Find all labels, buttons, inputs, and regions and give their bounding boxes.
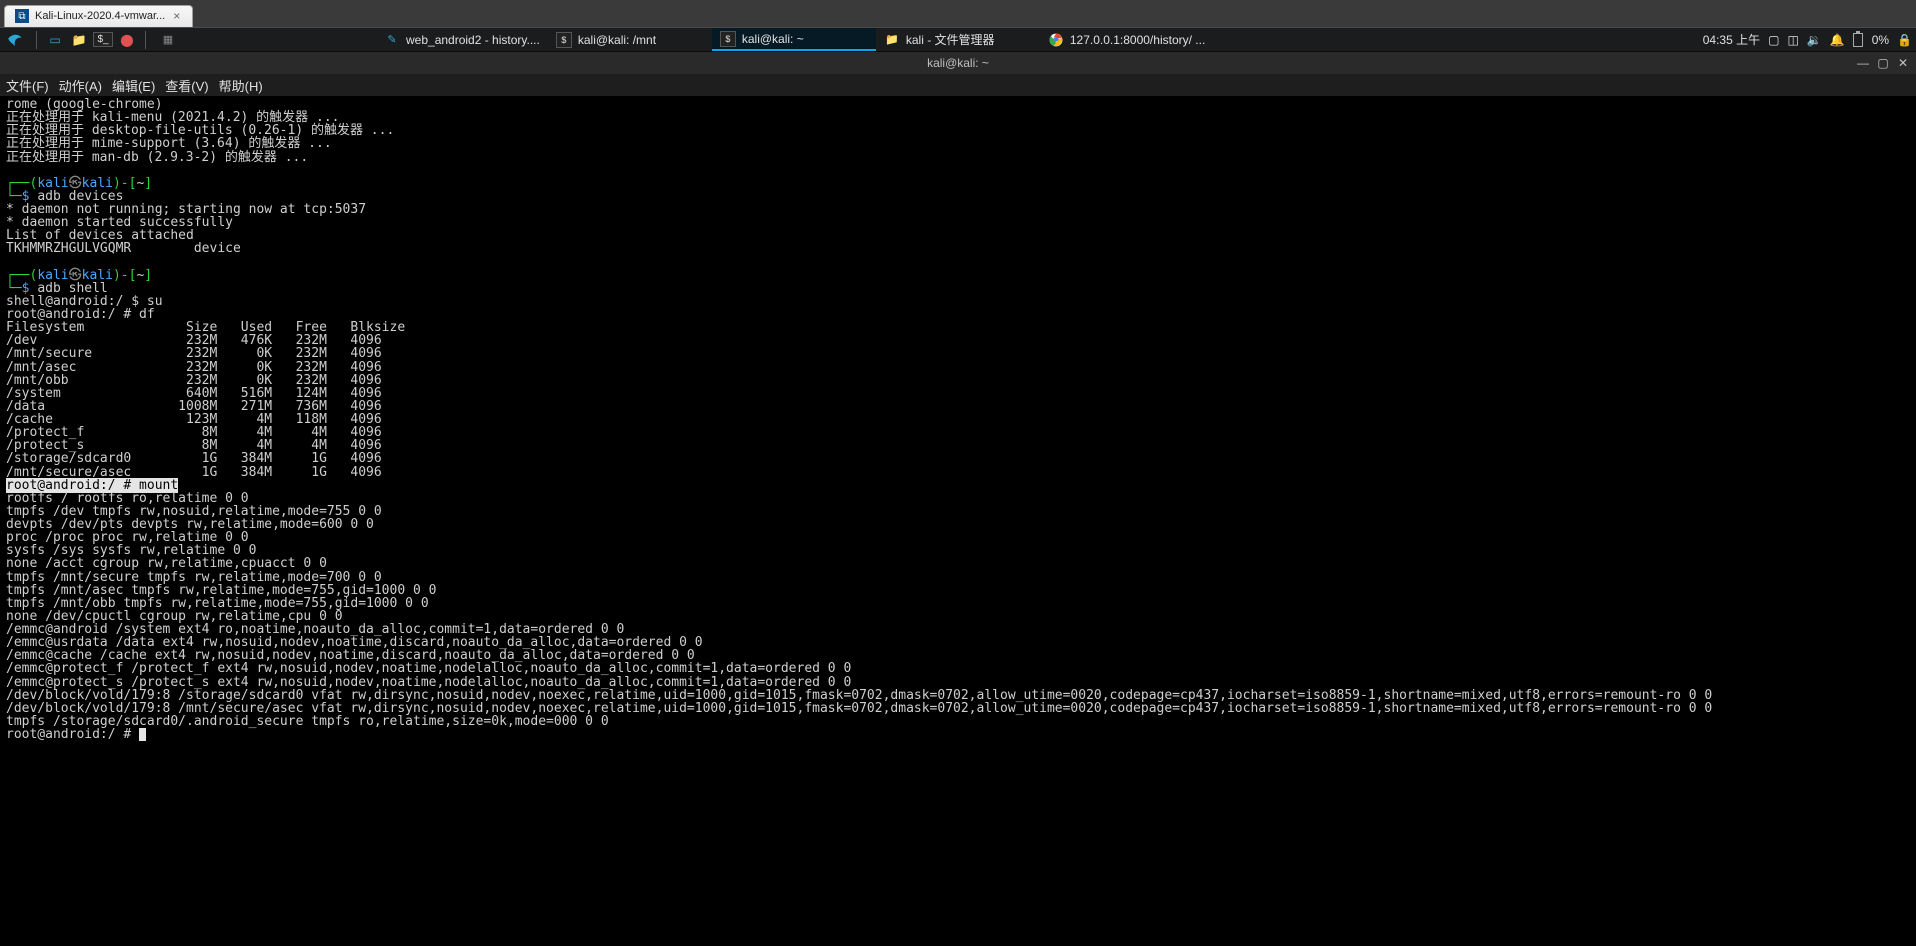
taskbar-item[interactable]: $ kali@kali: /mnt: [548, 28, 712, 51]
task-label: kali@kali: /mnt: [578, 33, 656, 47]
vm-tab[interactable]: ⧉ Kali-Linux-2020.4-vmwar... ×: [4, 5, 193, 27]
host-tab-bar: ⧉ Kali-Linux-2020.4-vmwar... ×: [0, 0, 1916, 28]
close-icon[interactable]: ×: [171, 9, 182, 23]
task-label: kali - 文件管理器: [906, 31, 995, 48]
taskbar-item-active[interactable]: $ kali@kali: ~: [712, 28, 876, 51]
vm-tab-label: Kali-Linux-2020.4-vmwar...: [35, 10, 165, 22]
notifications-icon[interactable]: 🔔: [1826, 28, 1849, 51]
quick-launch: ▭ 📁 $_ ⬤: [43, 28, 139, 52]
terminal-launcher-button[interactable]: $_: [91, 28, 115, 52]
taskbar-item[interactable]: ✎ web_android2 - history....: [376, 28, 548, 51]
minimize-button[interactable]: —: [1854, 55, 1872, 71]
grid-icon: ▦: [160, 32, 176, 48]
taskbar-item[interactable]: 127.0.0.1:8000/history/ ...: [1040, 28, 1213, 51]
menu-file[interactable]: 文件(F): [6, 76, 49, 95]
terminal-menubar: 文件(F) 动作(A) 编辑(E) 查看(V) 帮助(H): [0, 74, 1916, 96]
task-label: 127.0.0.1:8000/history/ ...: [1070, 33, 1205, 47]
task-label: kali@kali: ~: [742, 32, 804, 46]
editor-icon: ✎: [384, 32, 400, 48]
maximize-button[interactable]: ▢: [1874, 55, 1892, 71]
system-tray: 04:35 上午 ▢ ◫ 🔉 🔔 0% 🔒: [1699, 28, 1916, 51]
display-icon[interactable]: ▢: [1764, 28, 1783, 51]
taskbar-item[interactable]: ▦: [152, 28, 316, 51]
terminal-titlebar[interactable]: kali@kali: ~ — ▢ ✕: [0, 52, 1916, 74]
terminal-window: kali@kali: ~ — ▢ ✕ 文件(F) 动作(A) 编辑(E) 查看(…: [0, 52, 1916, 946]
top-panel: ▭ 📁 $_ ⬤ ▦ ✎ web_android2 - history.... …: [0, 28, 1916, 52]
chrome-icon: [1048, 32, 1064, 48]
task-label: web_android2 - history....: [406, 33, 540, 47]
taskbar-item[interactable]: 📁 kali - 文件管理器: [876, 28, 1040, 51]
panel-divider: [36, 31, 37, 49]
sound-icon[interactable]: 🔉: [1803, 28, 1826, 51]
terminal-body[interactable]: rome (google-chrome) 正在处理用于 kali-menu (2…: [0, 96, 1916, 946]
battery-indicator[interactable]: 0%: [1849, 28, 1893, 51]
file-manager-button[interactable]: 📁: [67, 28, 91, 52]
lock-icon[interactable]: 🔒: [1893, 28, 1916, 51]
close-button[interactable]: ✕: [1894, 55, 1912, 71]
kali-logo-icon: [6, 31, 24, 49]
recorder-button[interactable]: ⬤: [115, 28, 139, 52]
kali-menu-button[interactable]: [0, 28, 30, 51]
menu-help[interactable]: 帮助(H): [219, 76, 263, 95]
panel-divider: [145, 31, 146, 49]
menu-view[interactable]: 查看(V): [165, 76, 208, 95]
show-desktop-button[interactable]: ▭: [43, 28, 67, 52]
vm-icon: ⧉: [15, 9, 29, 23]
terminal-icon: $: [556, 32, 572, 48]
battery-text: 0%: [1872, 33, 1889, 47]
terminal-title: kali@kali: ~: [927, 56, 989, 70]
terminal-icon: $: [720, 31, 736, 47]
network-icon[interactable]: ◫: [1783, 28, 1802, 51]
window-controls: — ▢ ✕: [1854, 52, 1912, 74]
folder-icon: 📁: [884, 32, 900, 48]
menu-edit[interactable]: 编辑(E): [112, 76, 155, 95]
clock[interactable]: 04:35 上午: [1699, 28, 1764, 51]
clock-text: 04:35 上午: [1703, 31, 1760, 48]
menu-action[interactable]: 动作(A): [59, 76, 102, 95]
